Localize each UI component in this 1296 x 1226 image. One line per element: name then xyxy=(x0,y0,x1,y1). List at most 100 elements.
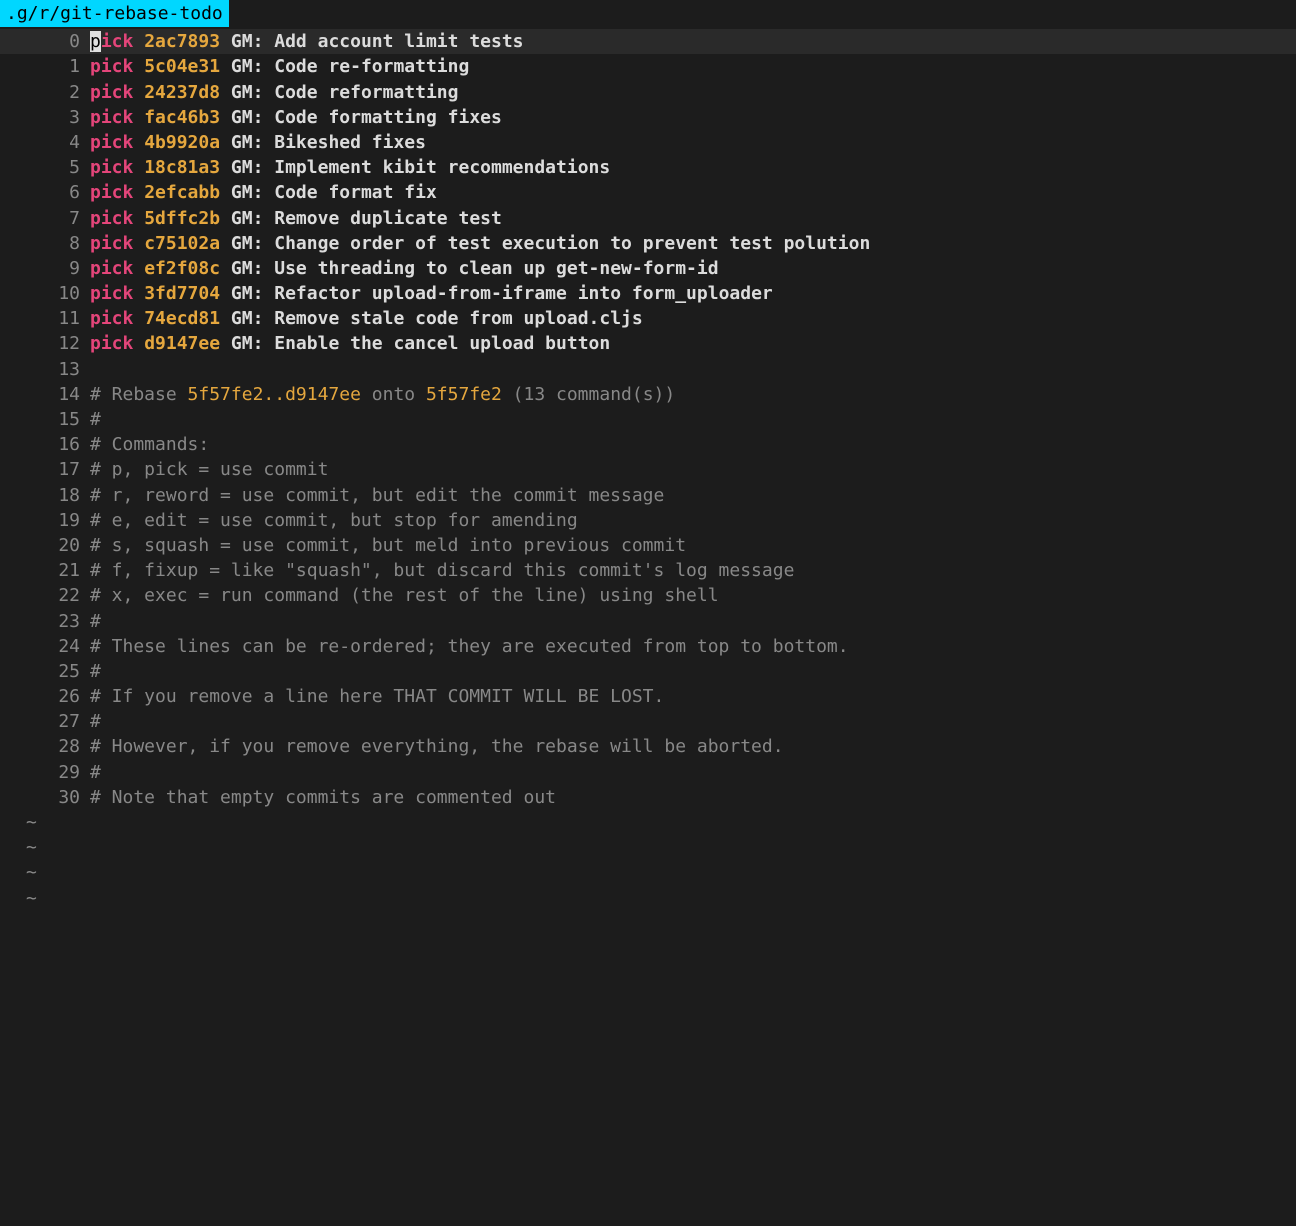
editor-line[interactable]: 2pick 24237d8 GM: Code reformatting xyxy=(0,80,1296,105)
rebase-action: pick xyxy=(90,182,133,203)
editor-line[interactable]: 3pick fac46b3 GM: Code formatting fixes xyxy=(0,105,1296,130)
line-content: pick 2ac7893 GM: Add account limit tests xyxy=(90,29,1296,54)
line-number: 20 xyxy=(0,533,90,558)
editor-line[interactable]: 1pick 5c04e31 GM: Code re-formatting xyxy=(0,54,1296,79)
editor-line[interactable]: 29# xyxy=(0,760,1296,785)
commit-hash: 74ecd81 xyxy=(144,308,220,329)
comment-text: # However, if you remove everything, the… xyxy=(90,736,784,757)
cursor: p xyxy=(90,31,101,52)
editor-line[interactable]: 14# Rebase 5f57fe2..d9147ee onto 5f57fe2… xyxy=(0,382,1296,407)
editor-line[interactable]: 27# xyxy=(0,709,1296,734)
editor-line[interactable]: 6pick 2efcabb GM: Code format fix xyxy=(0,180,1296,205)
commit-hash: d9147ee xyxy=(144,333,220,354)
editor-line[interactable]: 23# xyxy=(0,609,1296,634)
comment-text: # r, reword = use commit, but edit the c… xyxy=(90,485,664,506)
editor-line[interactable]: 28# However, if you remove everything, t… xyxy=(0,734,1296,759)
comment-text: # If you remove a line here THAT COMMIT … xyxy=(90,686,664,707)
line-number: 27 xyxy=(0,709,90,734)
line-number: 26 xyxy=(0,684,90,709)
editor-line[interactable]: 13 xyxy=(0,357,1296,382)
comment-text: # xyxy=(90,711,101,732)
line-number: 23 xyxy=(0,609,90,634)
commit-hash: ef2f08c xyxy=(144,258,220,279)
comment-text: # xyxy=(90,409,101,430)
commit-message: GM: Code reformatting xyxy=(231,82,459,103)
editor-line[interactable]: 7pick 5dffc2b GM: Remove duplicate test xyxy=(0,206,1296,231)
rebase-action: pick xyxy=(90,132,133,153)
editor-line[interactable]: 22# x, exec = run command (the rest of t… xyxy=(0,583,1296,608)
line-number: 10 xyxy=(0,281,90,306)
line-content: # xyxy=(90,407,1296,432)
line-number: 7 xyxy=(0,206,90,231)
comment-text: # e, edit = use commit, but stop for ame… xyxy=(90,510,578,531)
comment-text: # x, exec = run command (the rest of the… xyxy=(90,585,719,606)
editor-line[interactable]: 17# p, pick = use commit xyxy=(0,457,1296,482)
editor-line[interactable]: 18# r, reword = use commit, but edit the… xyxy=(0,483,1296,508)
editor-line[interactable]: 10pick 3fd7704 GM: Refactor upload-from-… xyxy=(0,281,1296,306)
empty-line-marker: ~ xyxy=(0,886,1296,911)
commit-message: GM: Remove duplicate test xyxy=(231,208,502,229)
line-content: # xyxy=(90,760,1296,785)
line-content: # Rebase 5f57fe2..d9147ee onto 5f57fe2 (… xyxy=(90,382,1296,407)
line-number: 17 xyxy=(0,457,90,482)
commit-message: GM: Code format fix xyxy=(231,182,437,203)
line-number: 21 xyxy=(0,558,90,583)
buffer-tab[interactable]: .g/r/git-rebase-todo xyxy=(0,0,229,27)
line-content: pick 2efcabb GM: Code format fix xyxy=(90,180,1296,205)
editor-line[interactable]: 19# e, edit = use commit, but stop for a… xyxy=(0,508,1296,533)
tilde-icon: ~ xyxy=(0,810,37,835)
editor-line[interactable]: 26# If you remove a line here THAT COMMI… xyxy=(0,684,1296,709)
line-content: # xyxy=(90,659,1296,684)
commit-message: GM: Implement kibit recommendations xyxy=(231,157,610,178)
comment-text: (13 command(s)) xyxy=(502,384,675,405)
editor-line[interactable]: 0pick 2ac7893 GM: Add account limit test… xyxy=(0,29,1296,54)
line-content: pick fac46b3 GM: Code formatting fixes xyxy=(90,105,1296,130)
editor-line[interactable]: 4pick 4b9920a GM: Bikeshed fixes xyxy=(0,130,1296,155)
line-content: # e, edit = use commit, but stop for ame… xyxy=(90,508,1296,533)
line-content: pick 74ecd81 GM: Remove stale code from … xyxy=(90,306,1296,331)
line-content: # p, pick = use commit xyxy=(90,457,1296,482)
empty-line-marker: ~ xyxy=(0,860,1296,885)
line-content: # r, reword = use commit, but edit the c… xyxy=(90,483,1296,508)
line-number: 25 xyxy=(0,659,90,684)
rebase-action: pick xyxy=(90,56,133,77)
editor-line[interactable]: 11pick 74ecd81 GM: Remove stale code fro… xyxy=(0,306,1296,331)
commit-message: GM: Add account limit tests xyxy=(231,31,524,52)
line-content: pick d9147ee GM: Enable the cancel uploa… xyxy=(90,331,1296,356)
line-number: 9 xyxy=(0,256,90,281)
editor-line[interactable]: 12pick d9147ee GM: Enable the cancel upl… xyxy=(0,331,1296,356)
editor-line[interactable]: 5pick 18c81a3 GM: Implement kibit recomm… xyxy=(0,155,1296,180)
editor-line[interactable]: 9pick ef2f08c GM: Use threading to clean… xyxy=(0,256,1296,281)
editor-line[interactable]: 21# f, fixup = like "squash", but discar… xyxy=(0,558,1296,583)
onto-hash: 5f57fe2 xyxy=(426,384,502,405)
line-number: 18 xyxy=(0,483,90,508)
empty-line-marker: ~ xyxy=(0,810,1296,835)
line-number: 11 xyxy=(0,306,90,331)
commit-message: GM: Bikeshed fixes xyxy=(231,132,426,153)
line-number: 16 xyxy=(0,432,90,457)
editor-line[interactable]: 24# These lines can be re-ordered; they … xyxy=(0,634,1296,659)
editor-viewport[interactable]: 0pick 2ac7893 GM: Add account limit test… xyxy=(0,27,1296,911)
editor-line[interactable]: 20# s, squash = use commit, but meld int… xyxy=(0,533,1296,558)
line-content: # s, squash = use commit, but meld into … xyxy=(90,533,1296,558)
line-content: pick 5c04e31 GM: Code re-formatting xyxy=(90,54,1296,79)
comment-text: # xyxy=(90,661,101,682)
rebase-action: pick xyxy=(90,283,133,304)
comment-text: # These lines can be re-ordered; they ar… xyxy=(90,636,849,657)
line-content: # If you remove a line here THAT COMMIT … xyxy=(90,684,1296,709)
line-content: pick 24237d8 GM: Code reformatting xyxy=(90,80,1296,105)
rebase-action: pick xyxy=(90,157,133,178)
line-number: 28 xyxy=(0,734,90,759)
editor-line[interactable]: 16# Commands: xyxy=(0,432,1296,457)
editor-line[interactable]: 15# xyxy=(0,407,1296,432)
editor-line[interactable]: 25# xyxy=(0,659,1296,684)
comment-text: # p, pick = use commit xyxy=(90,459,328,480)
line-number: 5 xyxy=(0,155,90,180)
line-number: 12 xyxy=(0,331,90,356)
comment-text: onto xyxy=(361,384,426,405)
commit-message: GM: Remove stale code from upload.cljs xyxy=(231,308,643,329)
line-number: 30 xyxy=(0,785,90,810)
line-content: # Note that empty commits are commented … xyxy=(90,785,1296,810)
editor-line[interactable]: 8pick c75102a GM: Change order of test e… xyxy=(0,231,1296,256)
editor-line[interactable]: 30# Note that empty commits are commente… xyxy=(0,785,1296,810)
